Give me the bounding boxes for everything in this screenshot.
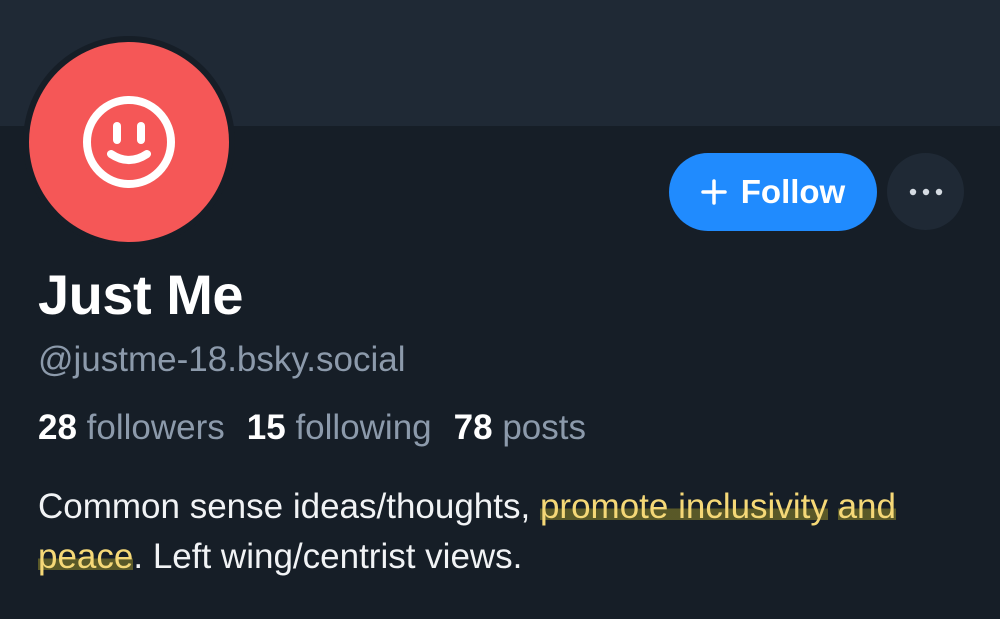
posts-count-stat: 78 posts (454, 408, 586, 448)
avatar-image (29, 42, 229, 242)
plus-icon (701, 179, 727, 205)
following-label: following (295, 408, 432, 447)
avatar[interactable] (23, 36, 235, 248)
ellipsis-icon (909, 188, 942, 195)
following-count: 15 (246, 408, 286, 447)
follow-button-label: Follow (740, 173, 846, 210)
posts-count: 78 (453, 408, 493, 447)
profile-handle: @justme-18.bsky.social (38, 340, 406, 379)
following-count-link[interactable]: 15 following (247, 408, 432, 448)
more-options-button[interactable] (887, 153, 964, 230)
posts-label: posts (502, 408, 586, 447)
smiley-face-icon (83, 96, 175, 188)
follow-button[interactable]: Follow (669, 153, 877, 231)
profile-page: Follow Just Me @justme-18.bsky.social 28… (0, 0, 1000, 619)
profile-bio: Common sense ideas/thoughts, promote inc… (38, 482, 988, 582)
followers-count-link[interactable]: 28 followers (38, 408, 225, 448)
bio-highlight-1: promote inclusivity (539, 487, 828, 526)
followers-count: 28 (38, 408, 77, 447)
followers-label: followers (86, 408, 225, 447)
display-name: Just Me (38, 263, 244, 326)
bio-text-end: . Left wing/centrist views. (133, 537, 523, 576)
bio-text-start: Common sense ideas/thoughts, (38, 487, 540, 526)
profile-stats: 28 followers 15 following 78 posts (38, 408, 586, 448)
